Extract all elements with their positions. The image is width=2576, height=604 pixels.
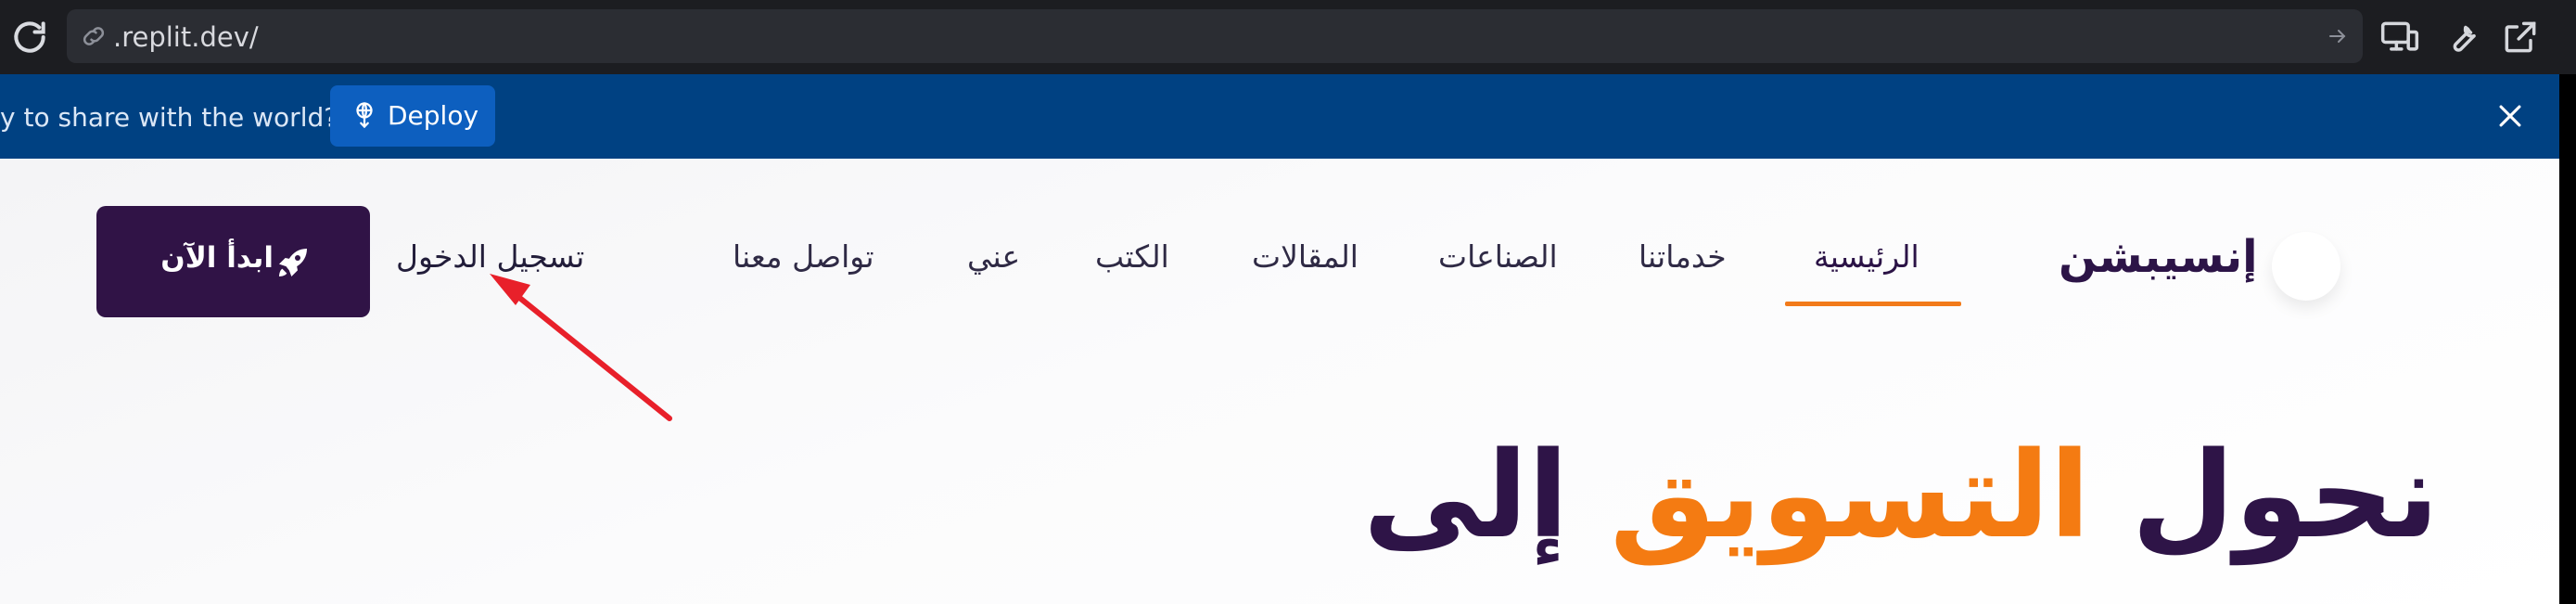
device-preview-icon[interactable] bbox=[2379, 17, 2420, 58]
brand-logo[interactable]: إنسيبشن bbox=[2059, 231, 2258, 283]
nav-item-services[interactable]: خدماتنا bbox=[1639, 238, 1727, 275]
start-now-button[interactable]: ابدأ الآن bbox=[96, 206, 370, 317]
link-icon bbox=[80, 24, 108, 48]
wrench-icon[interactable] bbox=[2441, 17, 2481, 58]
rocket-icon bbox=[274, 244, 312, 281]
login-link[interactable]: تسجيل الدخول bbox=[396, 238, 584, 275]
deploy-button[interactable]: Deploy bbox=[330, 85, 495, 147]
hero-heading: نحول التسويق إلى bbox=[1363, 437, 2439, 556]
hero-word-3: إلى bbox=[1363, 427, 1569, 565]
banner-message: y to share with the world? bbox=[0, 102, 338, 133]
brand-logo-circle bbox=[2272, 232, 2340, 301]
nav-item-articles[interactable]: المقالات bbox=[1252, 238, 1358, 275]
website-viewport: ابدأ الآن تسجيل الدخول تواصل معنا عني ال… bbox=[0, 159, 2559, 604]
start-now-label: ابدأ الآن bbox=[160, 241, 274, 275]
hero-word-1: نحول bbox=[2131, 427, 2440, 565]
url-text[interactable]: .replit.dev/ bbox=[113, 21, 259, 53]
active-nav-indicator bbox=[1785, 302, 1961, 306]
nav-item-books[interactable]: الكتب bbox=[1095, 238, 1169, 275]
nav-item-about[interactable]: عني bbox=[967, 238, 1020, 275]
deploy-label: Deploy bbox=[388, 100, 479, 131]
hero-word-accent: التسويق bbox=[1610, 427, 2091, 565]
go-arrow-icon[interactable] bbox=[2326, 25, 2350, 47]
close-icon[interactable] bbox=[2494, 100, 2526, 132]
reload-icon[interactable] bbox=[9, 17, 50, 58]
address-bar[interactable]: .replit.dev/ bbox=[67, 9, 2363, 63]
browser-toolbar: .replit.dev/ bbox=[0, 0, 2576, 74]
deploy-icon bbox=[351, 101, 378, 129]
nav-item-contact[interactable]: تواصل معنا bbox=[733, 238, 874, 275]
deploy-banner: y to share with the world? Deploy bbox=[0, 74, 2559, 159]
open-external-icon[interactable] bbox=[2500, 17, 2541, 58]
window-edge bbox=[2559, 74, 2576, 604]
nav-item-industries[interactable]: الصناعات bbox=[1438, 238, 1558, 275]
nav-item-home[interactable]: الرئيسية bbox=[1814, 238, 1919, 275]
